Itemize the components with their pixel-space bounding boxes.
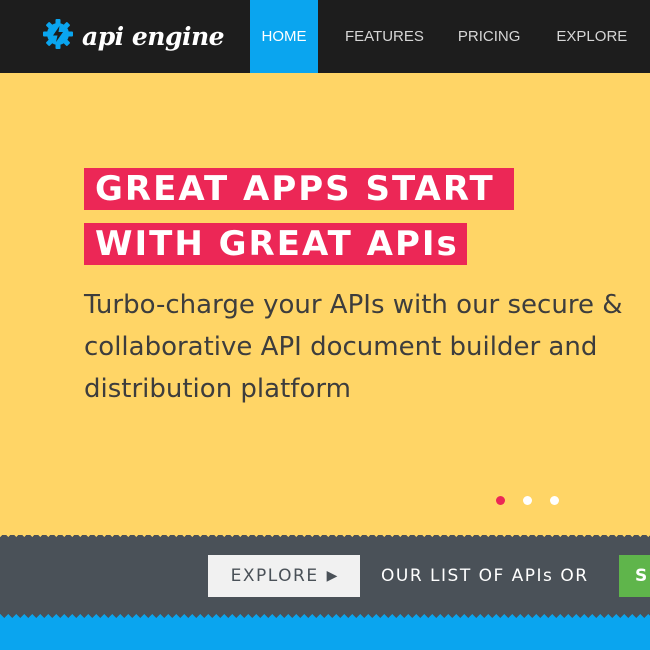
nav-item-home[interactable]: HOME bbox=[250, 0, 318, 73]
slider-dot-1[interactable] bbox=[496, 496, 505, 505]
signup-button[interactable]: S bbox=[619, 555, 650, 597]
hero-headline-line-2: WITH GREAT APIs bbox=[84, 223, 467, 265]
top-nav: api engine HOME FEATURES PRICING EXPLORE… bbox=[0, 0, 650, 73]
brand-name: api engine bbox=[82, 21, 225, 51]
play-arrow-icon: ▶ bbox=[326, 568, 338, 584]
brand-logo[interactable]: api engine bbox=[42, 18, 225, 54]
explore-button[interactable]: EXPLORE ▶ bbox=[208, 555, 360, 597]
hero-headline-line-1: GREAT APPS START bbox=[84, 168, 514, 210]
hero-subtitle: Turbo-charge your APIs with our secure &… bbox=[84, 290, 623, 404]
zigzag-divider-top bbox=[0, 529, 650, 537]
cta-text: OUR LIST OF APIs OR bbox=[381, 566, 589, 586]
cta-bar: EXPLORE ▶ OUR LIST OF APIs OR S bbox=[0, 535, 650, 618]
bottom-section bbox=[0, 618, 650, 650]
zigzag-divider-bottom bbox=[0, 614, 650, 622]
slider-dots bbox=[496, 496, 577, 505]
explore-button-label: EXPLORE bbox=[230, 566, 319, 586]
lightning-gear-icon bbox=[42, 18, 74, 54]
nav-item-features[interactable]: FEATURES bbox=[345, 0, 424, 73]
hero-banner: GREAT APPS START WITH GREAT APIs Turbo-c… bbox=[0, 73, 650, 535]
slider-dot-3[interactable] bbox=[550, 496, 559, 505]
nav-item-explore[interactable]: EXPLORE bbox=[556, 0, 627, 73]
nav-item-pricing[interactable]: PRICING bbox=[458, 0, 521, 73]
main-menu: HOME FEATURES PRICING EXPLORE BL bbox=[250, 0, 650, 73]
slider-dot-2[interactable] bbox=[523, 496, 532, 505]
